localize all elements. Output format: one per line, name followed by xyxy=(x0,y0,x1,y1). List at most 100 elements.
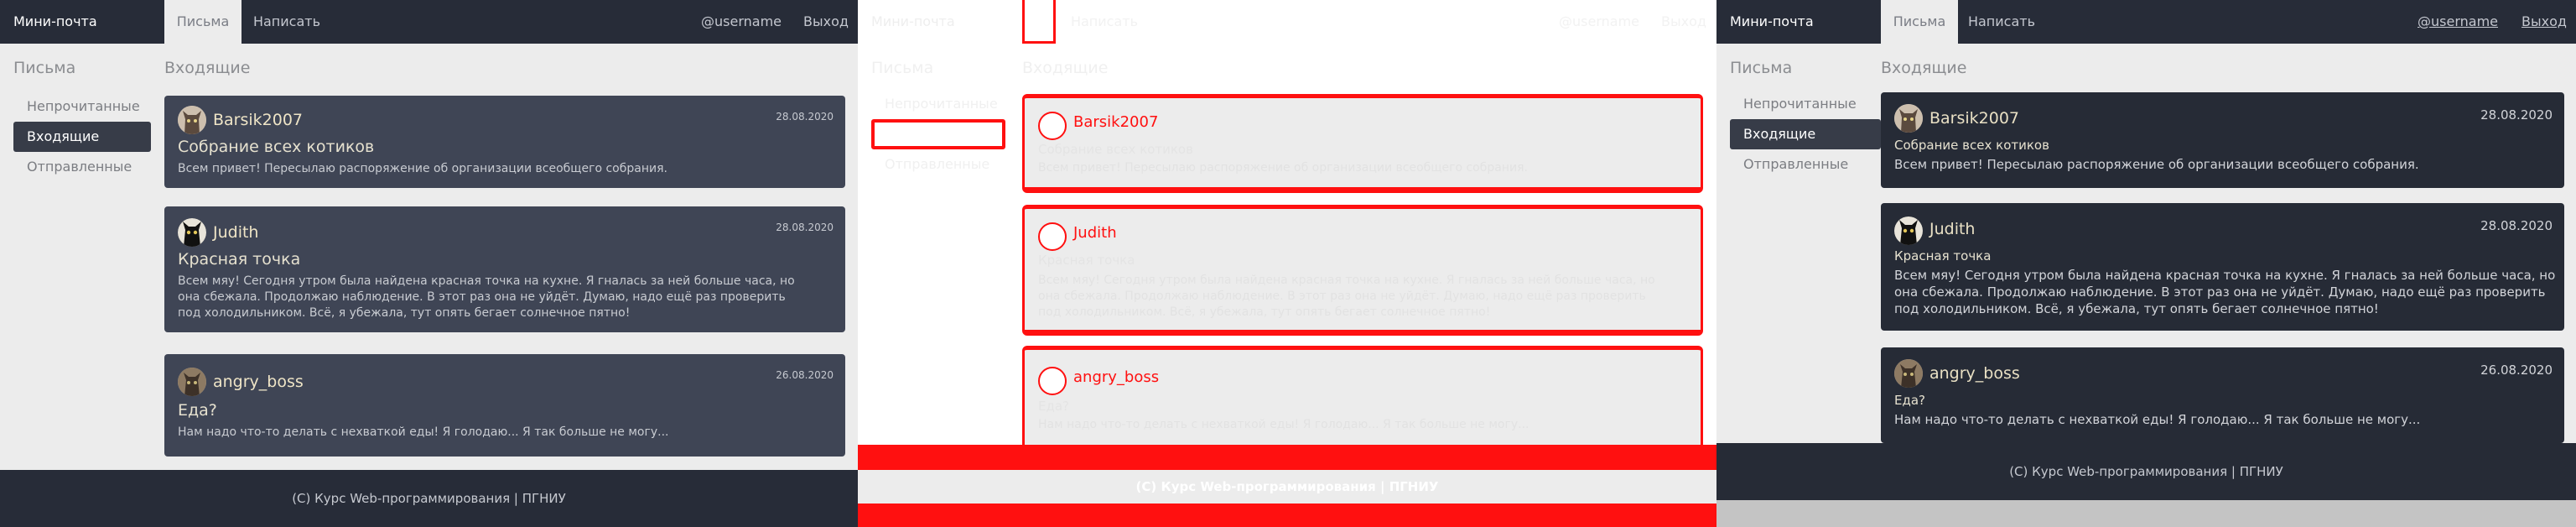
tab-letters[interactable]: Письма xyxy=(164,0,242,44)
sidebar-item-unread[interactable]: Непрочитанные xyxy=(871,89,1009,119)
message-card[interactable]: 26.08.2020 angry_boss Еда? Нам надо что-… xyxy=(1022,346,1703,457)
logout-link[interactable]: Выход xyxy=(1661,0,1706,44)
mail-view-variant-2: Мини-почта Написать @username Выход Пись… xyxy=(858,0,1716,527)
message-preview-line: под холодильником. Всё, я убежала, тут о… xyxy=(1038,305,1491,319)
message-preview-line: под холодильником. Всё, я убежала, тут о… xyxy=(1894,301,2379,316)
top-navbar: Мини-почта Письма Написать @username Вых… xyxy=(1716,0,2576,44)
message-preview-line: она сбежала. Продолжаю наблюдение. В это… xyxy=(1894,284,2546,300)
page-bottom-area xyxy=(1716,500,2576,527)
logout-link[interactable]: Выход xyxy=(2521,0,2567,44)
footer: (С) Курс Web-программирования | ПГНИУ xyxy=(858,445,1716,527)
sidebar-title: Письма xyxy=(871,59,934,77)
message-author: angry_boss xyxy=(1073,368,1160,386)
message-author: Judith xyxy=(1929,220,1976,238)
message-date: 28.08.2020 xyxy=(1631,224,1689,236)
message-date: 26.08.2020 xyxy=(2480,363,2553,378)
mail-view-variant-3: Мини-почта Письма Написать @username Вых… xyxy=(1716,0,2576,527)
message-preview-line: она сбежала. Продолжаю наблюдение. В это… xyxy=(178,290,786,304)
top-navbar: Мини-почта Письма Написать @username Вых… xyxy=(0,0,858,44)
message-preview: Всем привет! Пересылаю распоряжение об о… xyxy=(1894,157,2419,172)
message-subject: Еда? xyxy=(178,401,217,420)
message-preview: Всем мяу! Сегодня утром была найдена кра… xyxy=(1894,267,2555,317)
message-preview: Нам надо что-то делать с нехваткой еды! … xyxy=(1038,418,1530,431)
page-title: Входящие xyxy=(1881,59,1967,77)
message-preview-line: Всем мяу! Сегодня утром была найдена кра… xyxy=(1038,274,1655,287)
sidebar-item-inbox[interactable]: Входящие xyxy=(1730,119,1881,149)
message-date: 26.08.2020 xyxy=(776,369,834,381)
message-card[interactable]: 28.08.2020 Judith Красная точка Всем мяу… xyxy=(1881,203,2564,331)
message-card[interactable]: 28.08.2020 Barsik2007 Собрание всех коти… xyxy=(164,96,845,188)
message-date: 28.08.2020 xyxy=(1631,113,1689,125)
tab-letters[interactable] xyxy=(1022,0,1056,44)
message-author: Barsik2007 xyxy=(213,111,304,129)
brand-link[interactable]: Мини-почта xyxy=(13,0,97,44)
tab-letters[interactable]: Письма xyxy=(1881,0,1958,44)
message-date: 28.08.2020 xyxy=(776,111,834,123)
sidebar-item-sent[interactable]: Отправленные xyxy=(1730,149,1867,180)
message-preview-line: Всем мяу! Сегодня утром была найдена кра… xyxy=(1894,268,2556,283)
message-date: 26.08.2020 xyxy=(1631,365,1689,377)
message-preview: Всем привет! Пересылаю распоряжение об о… xyxy=(1038,161,1528,175)
logout-link[interactable]: Выход xyxy=(803,0,849,44)
username-link[interactable]: @username xyxy=(701,0,782,44)
tab-compose[interactable]: Написать xyxy=(242,0,332,44)
sidebar-item-unread[interactable]: Непрочитанные xyxy=(1730,89,1867,119)
message-preview: Всем мяу! Сегодня утром была найдена кра… xyxy=(1038,273,1655,321)
message-date: 28.08.2020 xyxy=(2480,218,2553,233)
username-link[interactable]: @username xyxy=(2418,0,2498,44)
cat-avatar-icon xyxy=(178,106,206,134)
message-preview-line: Всем мяу! Сегодня утром была найдена кра… xyxy=(178,274,795,288)
sidebar-item-inbox[interactable]: Входящие xyxy=(13,122,151,152)
cat-avatar-icon xyxy=(1894,104,1923,133)
message-card[interactable]: 28.08.2020 Judith Красная точка Всем мяу… xyxy=(164,206,845,332)
message-author: Judith xyxy=(213,223,259,242)
message-card[interactable]: 28.08.2020 Judith Красная точка Всем мяу… xyxy=(1022,205,1703,336)
message-preview: Всем привет! Пересылаю распоряжение об о… xyxy=(178,162,667,175)
sidebar-item-sent[interactable]: Отправленные xyxy=(13,152,151,182)
message-subject: Собрание всех котиков xyxy=(1894,138,2049,153)
brand-link[interactable]: Мини-почта xyxy=(871,0,955,44)
sidebar-title: Письма xyxy=(13,59,76,77)
tab-compose[interactable]: Написать xyxy=(1062,0,1146,44)
message-preview-line: под холодильником. Всё, я убежала, тут о… xyxy=(178,306,631,320)
sidebar-title: Письма xyxy=(1730,59,1793,77)
cat-avatar-icon xyxy=(1038,367,1067,395)
brand-link[interactable]: Мини-почта xyxy=(1730,0,1814,44)
message-subject: Красная точка xyxy=(178,250,301,269)
message-card[interactable]: 26.08.2020 angry_boss Еда? Нам надо что-… xyxy=(164,354,845,457)
sidebar-item-unread[interactable]: Непрочитанные xyxy=(13,91,151,122)
page-title: Входящие xyxy=(164,59,251,77)
mail-view-variant-1: Мини-почта Письма Написать @username Вых… xyxy=(0,0,858,527)
message-preview: Нам надо что-то делать с нехваткой еды! … xyxy=(178,425,669,439)
message-card[interactable]: 26.08.2020 angry_boss Еда? Нам надо что-… xyxy=(1881,347,2564,443)
message-card[interactable]: 28.08.2020 Barsik2007 Собрание всех коти… xyxy=(1881,92,2564,188)
cat-avatar-icon xyxy=(178,368,206,396)
sidebar-item-inbox[interactable] xyxy=(871,119,1005,149)
message-author: Barsik2007 xyxy=(1929,109,2020,128)
message-date: 28.08.2020 xyxy=(776,222,834,233)
message-subject: Собрание всех котиков xyxy=(1038,142,1193,157)
footer-text: (С) Курс Web-программирования | ПГНИУ xyxy=(1135,479,1439,494)
message-author: Barsik2007 xyxy=(1073,113,1159,131)
message-subject: Собрание всех котиков xyxy=(178,138,375,156)
message-preview: Всем мяу! Сегодня утром была найдена кра… xyxy=(178,274,795,321)
page-title: Входящие xyxy=(1022,59,1109,77)
sidebar-item-sent[interactable]: Отправленные xyxy=(871,149,1009,180)
black-cat-avatar-icon xyxy=(1894,217,1923,245)
message-subject: Красная точка xyxy=(1038,253,1135,268)
black-cat-avatar-icon xyxy=(178,218,206,247)
message-author: Judith xyxy=(1073,224,1117,242)
username-link[interactable]: @username xyxy=(1559,0,1639,44)
message-preview: Нам надо что-то делать с нехваткой еды! … xyxy=(1894,412,2421,427)
message-author: angry_boss xyxy=(213,373,304,391)
footer: (С) Курс Web-программирования | ПГНИУ xyxy=(1716,443,2576,500)
message-card[interactable]: 28.08.2020 Barsik2007 Собрание всех коти… xyxy=(1022,94,1703,193)
tab-compose[interactable]: Написать xyxy=(1958,0,2045,44)
cat-avatar-icon xyxy=(1038,112,1067,140)
message-author: angry_boss xyxy=(1929,364,2020,383)
message-subject: Красная точка xyxy=(1894,248,1992,264)
message-subject: Еда? xyxy=(1038,399,1070,414)
message-subject: Еда? xyxy=(1894,393,1926,408)
cat-avatar-icon xyxy=(1894,359,1923,388)
top-navbar: Мини-почта Написать @username Выход xyxy=(858,0,1716,44)
